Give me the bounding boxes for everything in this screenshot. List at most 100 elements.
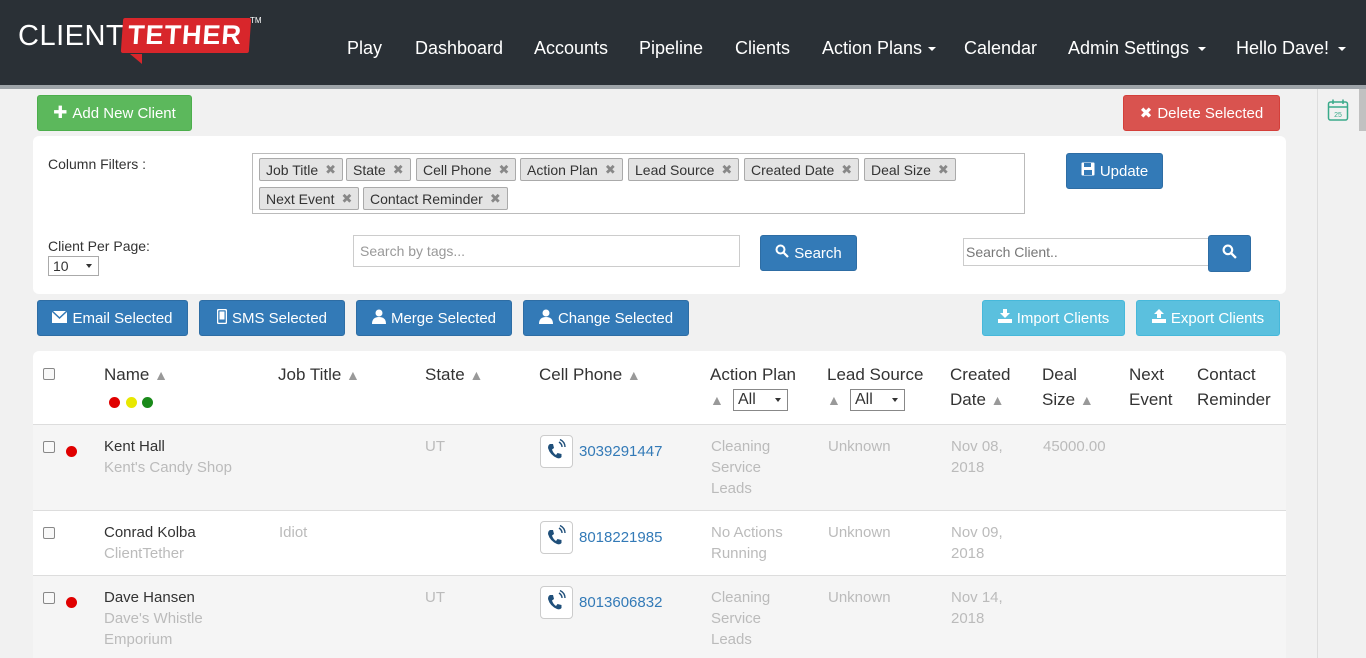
user-icon xyxy=(538,309,553,328)
email-selected-button[interactable]: Email Selected xyxy=(37,300,188,336)
per-page-select[interactable]: 10 xyxy=(48,256,99,276)
select-all-checkbox[interactable] xyxy=(43,368,55,380)
client-company: Kent's Candy Shop xyxy=(104,459,232,476)
caret-down-icon xyxy=(928,47,937,52)
sort-asc-icon[interactable]: ▲ xyxy=(827,387,841,413)
created-date-line: Nov 14, xyxy=(951,589,1003,606)
remove-icon[interactable]: ✖ xyxy=(841,162,852,178)
tag-search-input[interactable]: Search by tags... xyxy=(353,235,740,267)
header-deal[interactable]: Deal xyxy=(1042,362,1077,387)
header-state-label: State xyxy=(425,365,465,384)
sort-asc-icon[interactable]: ▲ xyxy=(1080,392,1094,408)
filter-tag-lead-source[interactable]: Lead Source ✖ xyxy=(628,158,740,181)
user-icon xyxy=(371,309,386,328)
filter-tag-cell-phone[interactable]: Cell Phone ✖ xyxy=(416,158,517,181)
lead-source-filter-select[interactable]: All xyxy=(850,389,905,411)
filter-tag-contact-reminder[interactable]: Contact Reminder ✖ xyxy=(363,187,508,210)
envelope-icon xyxy=(51,309,68,327)
header-created[interactable]: Created xyxy=(950,362,1010,387)
status-filter-green[interactable] xyxy=(142,397,153,408)
table-row[interactable] xyxy=(33,576,1286,658)
add-new-client-label: Add New Client xyxy=(72,104,176,122)
nav-action-plans[interactable]: Action Plans xyxy=(822,38,937,59)
sms-selected-button[interactable]: SMS Selected xyxy=(199,300,345,336)
call-button[interactable] xyxy=(540,521,573,554)
client-phone-link[interactable]: 8013606832 xyxy=(579,592,662,613)
merge-selected-button[interactable]: Merge Selected xyxy=(356,300,512,336)
filter-tag-job-title[interactable]: Job Title ✖ xyxy=(259,158,344,181)
nav-user-menu[interactable]: Hello Dave! xyxy=(1236,38,1347,59)
header-state[interactable]: State ▲ xyxy=(425,362,483,388)
sort-asc-icon[interactable]: ▲ xyxy=(710,387,724,413)
change-selected-button[interactable]: Change Selected xyxy=(523,300,689,336)
sort-asc-icon[interactable]: ▲ xyxy=(154,367,168,383)
nav-pipeline[interactable]: Pipeline xyxy=(639,38,703,59)
search-button[interactable]: Search xyxy=(760,235,857,271)
nav-clients[interactable]: Clients xyxy=(735,38,790,59)
filter-tag-next-event[interactable]: Next Event ✖ xyxy=(259,187,360,210)
nav-accounts[interactable]: Accounts xyxy=(534,38,608,59)
filter-tag-action-plan[interactable]: Action Plan ✖ xyxy=(520,158,623,181)
client-name[interactable]: Kent Hall xyxy=(104,436,165,457)
sort-asc-icon[interactable]: ▲ xyxy=(991,392,1005,408)
column-filter-tagbox[interactable]: Job Title ✖ State ✖ Cell Phone ✖ Action Pla… xyxy=(252,153,1025,214)
sort-asc-icon[interactable]: ▲ xyxy=(469,367,483,383)
call-button[interactable] xyxy=(540,586,573,619)
header-created-date[interactable]: Date ▲ xyxy=(950,387,1005,413)
row-checkbox[interactable] xyxy=(43,527,55,539)
remove-icon[interactable]: ✖ xyxy=(490,191,501,207)
header-name[interactable]: Name ▲ xyxy=(104,362,168,388)
header-cell-phone-label: Cell Phone xyxy=(539,365,623,384)
client-phone-link[interactable]: 8018221985 xyxy=(579,527,662,548)
client-name[interactable]: Dave Hansen xyxy=(104,587,195,608)
tag-label: Lead Source xyxy=(635,161,715,178)
client-search-input[interactable]: Search Client.. xyxy=(963,238,1209,266)
client-name[interactable]: Conrad Kolba xyxy=(104,522,196,543)
row-checkbox[interactable] xyxy=(43,592,55,604)
client-state: UT xyxy=(425,589,445,606)
delete-selected-button[interactable]: ✖ Delete Selected xyxy=(1123,95,1280,131)
export-clients-button[interactable]: Export Clients xyxy=(1136,300,1280,336)
action-plan-filter-select[interactable]: All xyxy=(733,389,788,411)
scrollbar-thumb[interactable] xyxy=(1359,89,1366,131)
header-action-plan[interactable]: Action Plan xyxy=(710,362,796,387)
client-phone-link[interactable]: 3039291447 xyxy=(579,441,662,462)
remove-icon[interactable]: ✖ xyxy=(605,162,616,178)
status-filter-red[interactable] xyxy=(109,397,120,408)
call-button[interactable] xyxy=(540,435,573,468)
lead-source: Unknown xyxy=(828,524,891,541)
phone-ringing-icon xyxy=(546,438,568,464)
import-clients-label: Import Clients xyxy=(1016,309,1110,327)
sort-asc-icon[interactable]: ▲ xyxy=(627,367,641,383)
nav-calendar[interactable]: Calendar xyxy=(964,38,1037,59)
merge-selected-label: Merge Selected xyxy=(390,309,497,327)
filter-tag-created-date[interactable]: Created Date ✖ xyxy=(744,158,860,181)
calendar-icon[interactable]: 25 xyxy=(1327,98,1349,122)
filter-tag-deal-size[interactable]: Deal Size ✖ xyxy=(864,158,956,181)
import-clients-button[interactable]: Import Clients xyxy=(982,300,1125,336)
remove-icon[interactable]: ✖ xyxy=(938,162,949,178)
remove-icon[interactable]: ✖ xyxy=(499,162,510,178)
logo-tm: TM xyxy=(250,16,262,25)
remove-icon[interactable]: ✖ xyxy=(721,162,732,178)
remove-icon[interactable]: ✖ xyxy=(393,162,404,178)
status-filter-yellow[interactable] xyxy=(126,397,137,408)
phone-ringing-icon xyxy=(546,524,568,550)
remove-icon[interactable]: ✖ xyxy=(341,191,352,207)
nav-play[interactable]: Play xyxy=(347,38,382,59)
header-lead-source[interactable]: Lead Source xyxy=(827,362,923,387)
export-icon xyxy=(1151,309,1166,327)
client-search-button[interactable] xyxy=(1208,235,1251,272)
add-new-client-button[interactable]: ✚ Add New Client xyxy=(37,95,192,131)
sort-asc-icon[interactable]: ▲ xyxy=(346,367,360,383)
action-plan-line: Service xyxy=(711,610,762,627)
header-cell-phone[interactable]: Cell Phone ▲ xyxy=(539,362,641,388)
header-deal-size[interactable]: Size ▲ xyxy=(1042,387,1094,413)
header-job-title[interactable]: Job Title ▲ xyxy=(278,362,360,388)
nav-admin-settings[interactable]: Admin Settings xyxy=(1068,38,1207,59)
row-checkbox[interactable] xyxy=(43,441,55,453)
nav-dashboard[interactable]: Dashboard xyxy=(415,38,503,59)
remove-icon[interactable]: ✖ xyxy=(325,162,336,178)
filter-tag-state[interactable]: State ✖ xyxy=(346,158,411,181)
update-button[interactable]: Update xyxy=(1066,153,1163,189)
